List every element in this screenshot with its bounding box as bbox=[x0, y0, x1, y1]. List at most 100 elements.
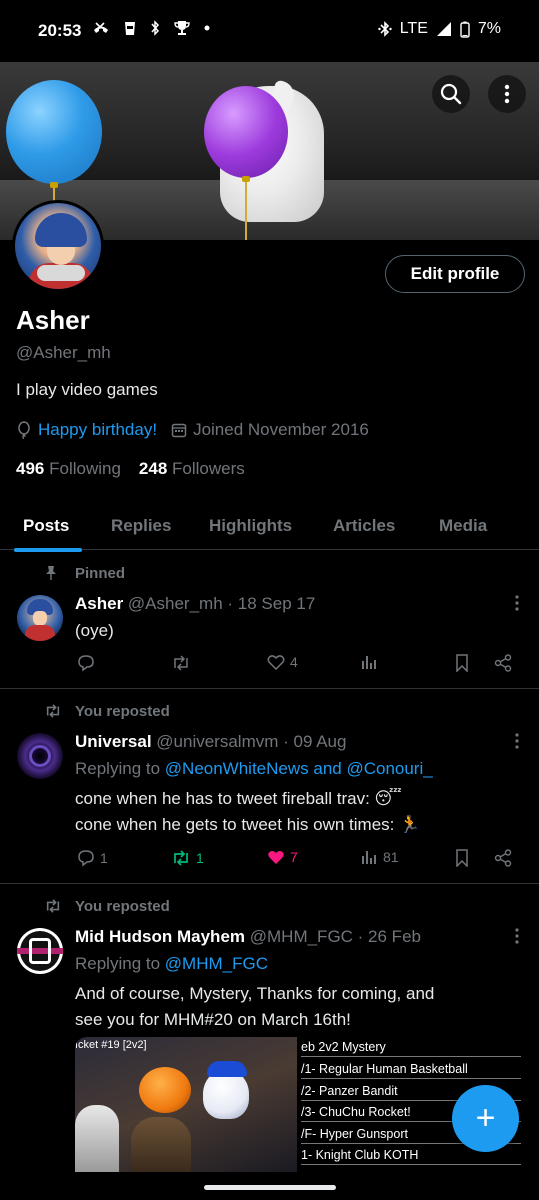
views-icon bbox=[360, 654, 378, 670]
bookmark-button[interactable] bbox=[455, 654, 469, 672]
followers-count: 248 bbox=[138, 459, 168, 478]
birthday-balloon-purple bbox=[204, 86, 288, 178]
post-handle-date: @Asher_mh · 18 Sep 17 bbox=[127, 594, 316, 613]
views-count: 81 bbox=[383, 849, 399, 865]
like-button[interactable]: 4 bbox=[267, 654, 298, 670]
battery-percent: 7% bbox=[477, 20, 501, 37]
post-more-button[interactable] bbox=[515, 928, 519, 944]
post-repost-universal[interactable]: You reposted Universal @universalmvm · 0… bbox=[0, 689, 539, 884]
following-count: 496 bbox=[16, 459, 45, 478]
birthday-link[interactable]: Happy birthday! bbox=[38, 420, 157, 440]
replying-to-prefix: Replying to bbox=[75, 954, 165, 973]
repost-icon bbox=[171, 654, 191, 672]
status-right: LTE 7% bbox=[378, 20, 501, 38]
system-nav-bar bbox=[0, 1172, 539, 1200]
post-more-button[interactable] bbox=[515, 595, 519, 611]
followers-link[interactable]: 248 Followers bbox=[139, 459, 245, 479]
views-icon bbox=[360, 849, 378, 865]
replying-to: Replying to @NeonWhiteNews and @Conouri_ bbox=[75, 759, 433, 779]
post-context: Pinned bbox=[75, 565, 126, 582]
replying-to-prefix: Replying to bbox=[75, 759, 165, 778]
tab-media[interactable]: Media bbox=[439, 516, 487, 536]
bookmark-icon bbox=[455, 654, 469, 672]
profile-name: Asher bbox=[16, 305, 90, 335]
post-avatar[interactable] bbox=[17, 595, 63, 641]
replying-to-handles[interactable]: @MHM_FGC bbox=[165, 954, 268, 973]
share-icon bbox=[494, 654, 512, 672]
dot-icon bbox=[204, 25, 210, 31]
tab-highlights[interactable]: Highlights bbox=[209, 516, 292, 536]
post-more-button[interactable] bbox=[515, 733, 519, 749]
cup-icon bbox=[124, 20, 136, 36]
post-avatar[interactable] bbox=[17, 928, 63, 974]
reply-icon bbox=[77, 654, 95, 672]
post-handle-date: @universalmvm · 09 Aug bbox=[156, 732, 347, 751]
views-button[interactable]: 81 bbox=[360, 849, 399, 865]
follow-stats: 496 Following 248 Followers bbox=[16, 459, 245, 479]
repost-button[interactable] bbox=[171, 654, 191, 672]
post-text-line2: cone when he gets to tweet his own times… bbox=[75, 815, 421, 834]
tab-posts[interactable]: Posts bbox=[23, 516, 69, 536]
replying-to: Replying to @MHM_FGC bbox=[75, 954, 268, 974]
search-button[interactable] bbox=[432, 75, 470, 113]
status-bar: 20:53 LTE 7% bbox=[0, 0, 539, 62]
profile-bio: I play video games bbox=[16, 380, 158, 399]
reply-button[interactable]: 1 bbox=[77, 849, 108, 867]
like-count: 4 bbox=[290, 654, 298, 670]
compose-post-button[interactable]: + bbox=[452, 1085, 519, 1152]
repost-button[interactable]: 1 bbox=[171, 849, 204, 867]
search-icon bbox=[440, 83, 462, 105]
like-button[interactable]: 7 bbox=[267, 849, 298, 865]
post-author-name[interactable]: Universal bbox=[75, 732, 152, 751]
bracket-row: /1- Regular Human Basketball bbox=[301, 1062, 521, 1079]
avatar-hair bbox=[35, 213, 87, 247]
post-author-name[interactable]: Mid Hudson Mayhem bbox=[75, 927, 245, 946]
tab-articles[interactable]: Articles bbox=[333, 516, 395, 536]
trophy-icon bbox=[174, 20, 190, 36]
share-button[interactable] bbox=[494, 654, 512, 672]
post-text: (oye) bbox=[75, 621, 114, 640]
post-header: Mid Hudson Mayhem @MHM_FGC · 26 Feb bbox=[75, 927, 421, 947]
fighter-character bbox=[75, 1105, 119, 1172]
reply-icon bbox=[77, 849, 95, 867]
home-gesture-handle[interactable] bbox=[204, 1185, 336, 1190]
battery-icon bbox=[460, 21, 470, 38]
media-left-title: ıcket #19 [2v2] bbox=[75, 1039, 147, 1051]
tab-replies[interactable]: Replies bbox=[111, 516, 171, 536]
profile-tabs: Posts Replies Highlights Articles Media bbox=[0, 502, 539, 552]
joined-date: Joined November 2016 bbox=[193, 420, 369, 439]
post-text-line2: see you for MHM#20 on March 16th! bbox=[75, 1010, 351, 1029]
post-pinned[interactable]: Pinned Asher @Asher_mh · 18 Sep 17 (oye)… bbox=[0, 551, 539, 689]
post-actions: 4 bbox=[75, 654, 520, 678]
profile-avatar[interactable] bbox=[12, 200, 104, 292]
views-button[interactable] bbox=[360, 654, 378, 670]
bluetooth-icon bbox=[150, 20, 160, 36]
heart-filled-icon bbox=[267, 849, 285, 865]
more-options-button[interactable] bbox=[488, 75, 526, 113]
repost-count: 1 bbox=[196, 850, 204, 866]
balloon-string bbox=[245, 182, 247, 240]
reply-count: 1 bbox=[100, 850, 108, 866]
post-text-line1: cone when he has to tweet fireball trav:… bbox=[75, 789, 402, 808]
calendar-icon bbox=[171, 422, 187, 438]
following-label: Following bbox=[49, 459, 121, 478]
profile-handle: @Asher_mh bbox=[16, 343, 111, 362]
network-type: LTE bbox=[399, 20, 428, 37]
replying-to-handles[interactable]: @NeonWhiteNews and @Conouri_ bbox=[165, 759, 433, 778]
pin-icon bbox=[44, 565, 58, 581]
reply-button[interactable] bbox=[77, 654, 95, 672]
share-button[interactable] bbox=[494, 849, 512, 867]
post-handle-date: @MHM_FGC · 26 Feb bbox=[249, 927, 421, 946]
edit-profile-button[interactable]: Edit profile bbox=[385, 255, 525, 293]
post-header: Universal @universalmvm · 09 Aug bbox=[75, 732, 346, 752]
bookmark-icon bbox=[455, 849, 469, 867]
post-author-name[interactable]: Asher bbox=[75, 594, 123, 613]
birthday-balloon-blue bbox=[6, 80, 102, 184]
ghost-hat bbox=[207, 1061, 247, 1077]
post-avatar[interactable] bbox=[17, 733, 63, 779]
post-actions: 1 1 7 81 bbox=[75, 849, 520, 873]
repost-context-icon bbox=[44, 703, 62, 719]
bookmark-button[interactable] bbox=[455, 849, 469, 867]
post-context: You reposted bbox=[75, 703, 170, 720]
following-link[interactable]: 496 Following bbox=[16, 459, 121, 479]
